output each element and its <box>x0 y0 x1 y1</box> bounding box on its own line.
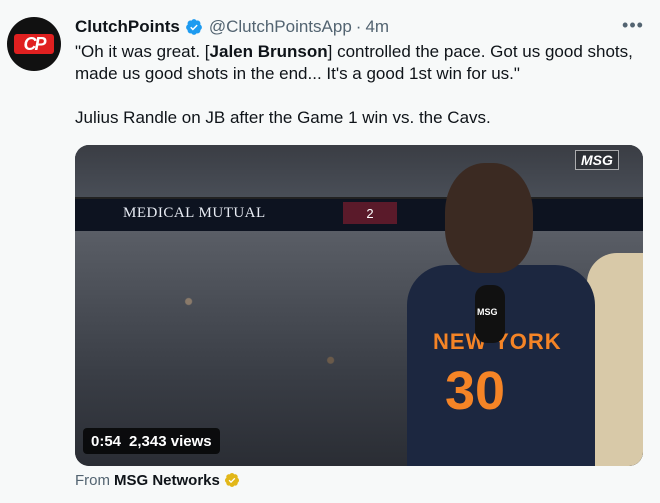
jersey-number: 30 <box>445 361 506 421</box>
author-name[interactable]: ClutchPoints <box>75 17 180 37</box>
tweet-header: ClutchPoints @ClutchPointsApp · 4m <box>75 16 389 38</box>
timestamp[interactable]: 4m <box>365 17 389 37</box>
msg-watermark: MSG <box>575 150 619 170</box>
avatar[interactable]: CP <box>7 17 61 71</box>
scoreboard-sponsor: MEDICAL MUTUAL <box>123 205 266 221</box>
arena-scoreboard: MEDICAL MUTUAL 2 <box>75 197 643 233</box>
video-player[interactable]: MEDICAL MUTUAL 2 NEW YORK 30 MSG MSG 0:5… <box>75 145 643 466</box>
tweet-card[interactable]: CP ClutchPoints @ClutchPointsApp · 4m ••… <box>0 0 660 503</box>
tweet-quote: "Oh it was great. [Jalen Brunson] contro… <box>75 41 650 85</box>
tweet-caption: Julius Randle on JB after the Game 1 win… <box>75 108 491 127</box>
separator-dot: · <box>355 17 362 36</box>
clutchpoints-logo: CP <box>14 34 54 54</box>
video-stats-chip: 0:54 2,343 views <box>83 428 220 454</box>
video-source: From MSG Networks <box>75 470 240 490</box>
author-handle[interactable]: @ClutchPointsApp <box>209 17 352 37</box>
reporter-figure <box>587 253 643 466</box>
arena-upper-crowd <box>75 145 643 200</box>
more-options-icon[interactable]: ••• <box>622 14 644 36</box>
tweet-text: "Oh it was great. [Jalen Brunson] contro… <box>75 41 650 129</box>
scoreboard-score: 2 <box>343 202 397 224</box>
player-head <box>445 163 533 273</box>
video-duration: 0:54 <box>91 432 122 450</box>
quote-bold-name: Jalen Brunson <box>209 42 328 61</box>
verified-badge-icon <box>185 19 202 35</box>
quote-part-1: "Oh it was great. [ <box>75 42 210 61</box>
video-views: 2,343 views <box>129 432 212 450</box>
microphone-label: MSG <box>477 307 498 317</box>
gold-verified-badge-icon <box>224 473 239 487</box>
source-name-link[interactable]: MSG Networks <box>114 472 220 489</box>
source-prefix: From <box>75 471 110 489</box>
